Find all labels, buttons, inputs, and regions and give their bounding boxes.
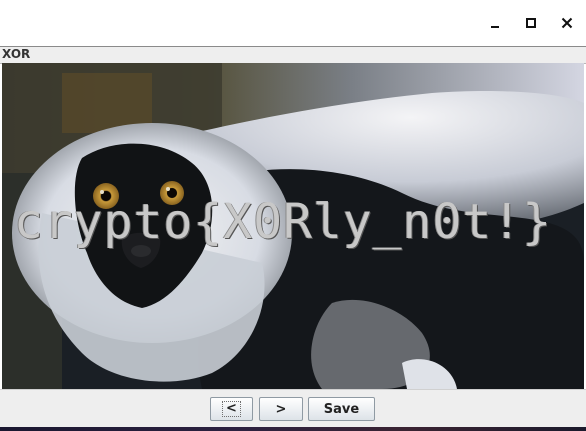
app-window: XOR crypto{X0Rly_n0t!} < > Save [0,0,586,431]
previous-button-label: < [222,401,241,417]
flag-overlay-text: crypto{X0Rly_n0t!} [14,194,553,250]
image-view: crypto{X0Rly_n0t!} [2,63,584,389]
panel-header: XOR [0,47,586,64]
minimize-icon [491,26,499,28]
save-button[interactable]: Save [308,397,375,421]
previous-button[interactable]: < [210,397,253,421]
panel-title: XOR [2,47,31,61]
close-icon [561,17,573,29]
title-bar[interactable] [0,0,586,46]
maximize-button[interactable] [518,10,544,36]
desktop-background-strip [0,427,586,431]
close-button[interactable] [554,10,580,36]
minimize-button[interactable] [482,10,508,36]
save-button-label: Save [323,401,360,417]
next-button-label: > [275,401,287,417]
maximize-icon [526,18,536,28]
next-button[interactable]: > [259,397,303,421]
button-bar: < > Save [0,389,586,428]
